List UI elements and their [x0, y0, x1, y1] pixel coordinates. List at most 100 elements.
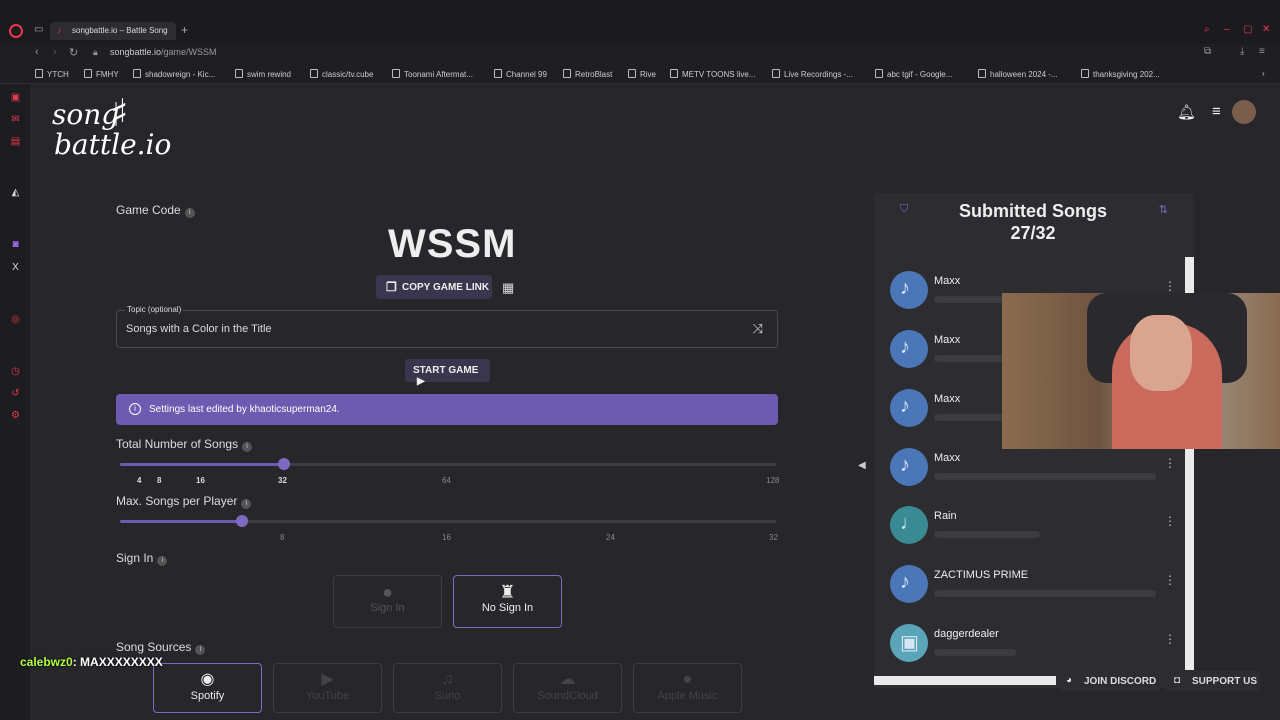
maximize-button[interactable]: ▢ — [1243, 24, 1252, 35]
info-icon[interactable]: i — [157, 556, 168, 566]
player-row[interactable]: ♪ ZACTIMUS PRIME ⋮ — [890, 565, 1180, 605]
player-row[interactable]: ♪ Maxx ⋮ — [890, 448, 1180, 488]
guitar-icon: ♪ — [900, 277, 910, 299]
extensions-icon[interactable]: ⧉ — [1204, 46, 1211, 57]
minimize-button[interactable]: – — [1224, 24, 1230, 35]
bookmark-icon — [35, 69, 43, 78]
info-icon[interactable]: i — [242, 442, 253, 452]
max-songs-slider[interactable] — [120, 515, 776, 527]
lock-icon: 🔒︎ — [93, 47, 98, 57]
source-apple-music[interactable]: ● Apple Music — [633, 663, 742, 713]
sidebar-icon[interactable]: ▤ — [10, 136, 21, 147]
bookmark-icon — [628, 69, 636, 78]
topic-value[interactable]: Songs with a Color in the Title — [126, 323, 272, 335]
songbattle-logo[interactable]: ♯ song battle.io — [52, 94, 171, 160]
slider-handle[interactable] — [236, 515, 248, 527]
chat-username: calebwz0 — [20, 655, 73, 669]
info-icon[interactable]: i — [195, 645, 206, 655]
player-song-placeholder — [934, 590, 1156, 597]
info-icon[interactable]: i — [184, 208, 195, 218]
slider-handle[interactable] — [278, 458, 290, 470]
qr-code-icon[interactable]: ▦ — [502, 280, 514, 296]
topic-input[interactable]: Topic (optional) Songs with a Color in t… — [116, 305, 778, 348]
collapse-panel-icon[interactable]: ◀ — [858, 460, 866, 471]
bookmark-icon — [392, 69, 400, 78]
new-tab-button[interactable]: + — [181, 23, 188, 37]
sidebar-icon[interactable]: ✉ — [10, 114, 21, 125]
start-game-button[interactable]: START GAME ▶ — [405, 359, 490, 387]
bookmark-item[interactable]: shadowreign - Kic... — [133, 69, 215, 79]
back-button[interactable]: ‹ — [35, 46, 39, 58]
more-options-icon[interactable]: ⋮ — [1164, 279, 1176, 293]
bookmarks-overflow-icon[interactable]: › — [1262, 69, 1265, 78]
copy-game-link-button[interactable]: ❐ COPY GAME LINK — [376, 275, 492, 299]
player-row[interactable]: ♩ Rain ⋮ — [890, 506, 1180, 546]
bookmark-icon — [772, 69, 780, 78]
user-avatar[interactable] — [1232, 100, 1256, 124]
search-icon[interactable]: ⌕ — [1204, 24, 1210, 35]
join-discord-button[interactable]: ◕ JOIN DISCORD — [1058, 671, 1160, 691]
more-options-icon[interactable]: ⋮ — [1164, 573, 1176, 587]
bookmark-icon — [84, 69, 92, 78]
notification-bell-icon[interactable]: 🔔︎ — [1177, 103, 1196, 121]
suno-icon: ♫ — [441, 671, 454, 688]
songbattle-favicon-icon: ♪ — [57, 26, 61, 35]
twitch-icon[interactable]: ◙ — [10, 239, 21, 250]
sidebar-icon[interactable]: ◎ — [10, 314, 21, 325]
browser-tab-active[interactable]: ♪ songbattle.io – Battle Song — [50, 22, 176, 40]
history-icon[interactable]: ◷ — [10, 366, 21, 377]
bookmark-item[interactable]: Toonami Aftermat... — [392, 69, 473, 79]
source-soundcloud[interactable]: ☁ SoundCloud — [513, 663, 622, 713]
bookmark-item[interactable]: METV TOONS live... — [670, 69, 756, 79]
sign-in-option[interactable]: ● Sign In — [333, 575, 442, 628]
more-options-icon[interactable]: ⋮ — [1164, 514, 1176, 528]
bookmark-item[interactable]: abc tgif - Google... — [875, 69, 952, 79]
more-options-icon[interactable]: ⋮ — [1164, 632, 1176, 646]
play-icon: ▶ — [417, 376, 425, 387]
source-suno[interactable]: ♫ Suno — [393, 663, 502, 713]
bookmark-item[interactable]: Channel 99 — [494, 69, 547, 79]
sidebar-icon[interactable]: ◭ — [10, 187, 21, 198]
forward-button[interactable]: › — [53, 46, 57, 58]
panel-horizontal-scrollbar[interactable] — [874, 676, 1056, 685]
no-sign-in-option[interactable]: ♜ No Sign In — [453, 575, 562, 628]
x-icon[interactable]: X — [10, 262, 21, 273]
bookmark-item[interactable]: classic/tv.cube — [310, 69, 373, 79]
sidebar-icon[interactable]: ▣ — [10, 92, 21, 103]
hamburger-menu-icon[interactable]: ≡ — [1212, 103, 1221, 120]
info-icon[interactable]: i — [241, 499, 252, 509]
source-youtube[interactable]: ▶ YouTube — [273, 663, 382, 713]
reload-button[interactable]: ↻ — [69, 46, 78, 59]
guitar-icon: ♪ — [900, 395, 910, 417]
tab-island-icon[interactable]: ▭ — [34, 24, 43, 35]
bookmark-item[interactable]: RetroBlast — [563, 69, 612, 79]
bookmark-item[interactable]: Rive — [628, 69, 656, 79]
bookmark-item[interactable]: halloween 2024 -... — [978, 69, 1058, 79]
address-bar[interactable]: songbattle.io/game/WSSM — [110, 47, 217, 57]
opera-logo-icon[interactable] — [9, 24, 23, 38]
bookmark-item[interactable]: YTCH — [35, 69, 69, 79]
game-code: WSSM — [388, 222, 517, 266]
settings-icon[interactable]: ⚙ — [10, 410, 21, 421]
soundcloud-icon: ☁ — [559, 671, 576, 688]
total-songs-label: Total Number of Songs i — [116, 437, 253, 452]
close-window-button[interactable]: ✕ — [1262, 24, 1270, 35]
history-icon[interactable]: ↺ — [10, 388, 21, 399]
bookmark-item[interactable]: thanksgiving 202... — [1081, 69, 1160, 79]
bookmark-item[interactable]: Live Recordings -... — [772, 69, 853, 79]
support-us-button[interactable]: ◘ SUPPORT US — [1166, 671, 1260, 691]
support-icon: ◘ — [1174, 675, 1181, 686]
bookmark-item[interactable]: swim rewind — [235, 69, 291, 79]
browser-menu-icon[interactable]: ≡ — [1259, 46, 1265, 57]
player-avatar: ♩ — [890, 506, 928, 544]
total-songs-slider[interactable] — [120, 458, 776, 470]
shuffle-icon[interactable]: ⤨ — [753, 321, 763, 337]
source-spotify[interactable]: ◉ Spotify — [153, 663, 262, 713]
more-options-icon[interactable]: ⋮ — [1164, 456, 1176, 470]
bookmark-item[interactable]: FMHY — [84, 69, 119, 79]
player-avatar: ▣ — [890, 624, 928, 662]
player-row[interactable]: ▣ daggerdealer ⋮ — [890, 624, 1180, 664]
download-icon[interactable]: ⤓ — [1240, 46, 1244, 57]
player-name: Maxx — [934, 452, 961, 464]
bookmark-icon — [494, 69, 502, 78]
